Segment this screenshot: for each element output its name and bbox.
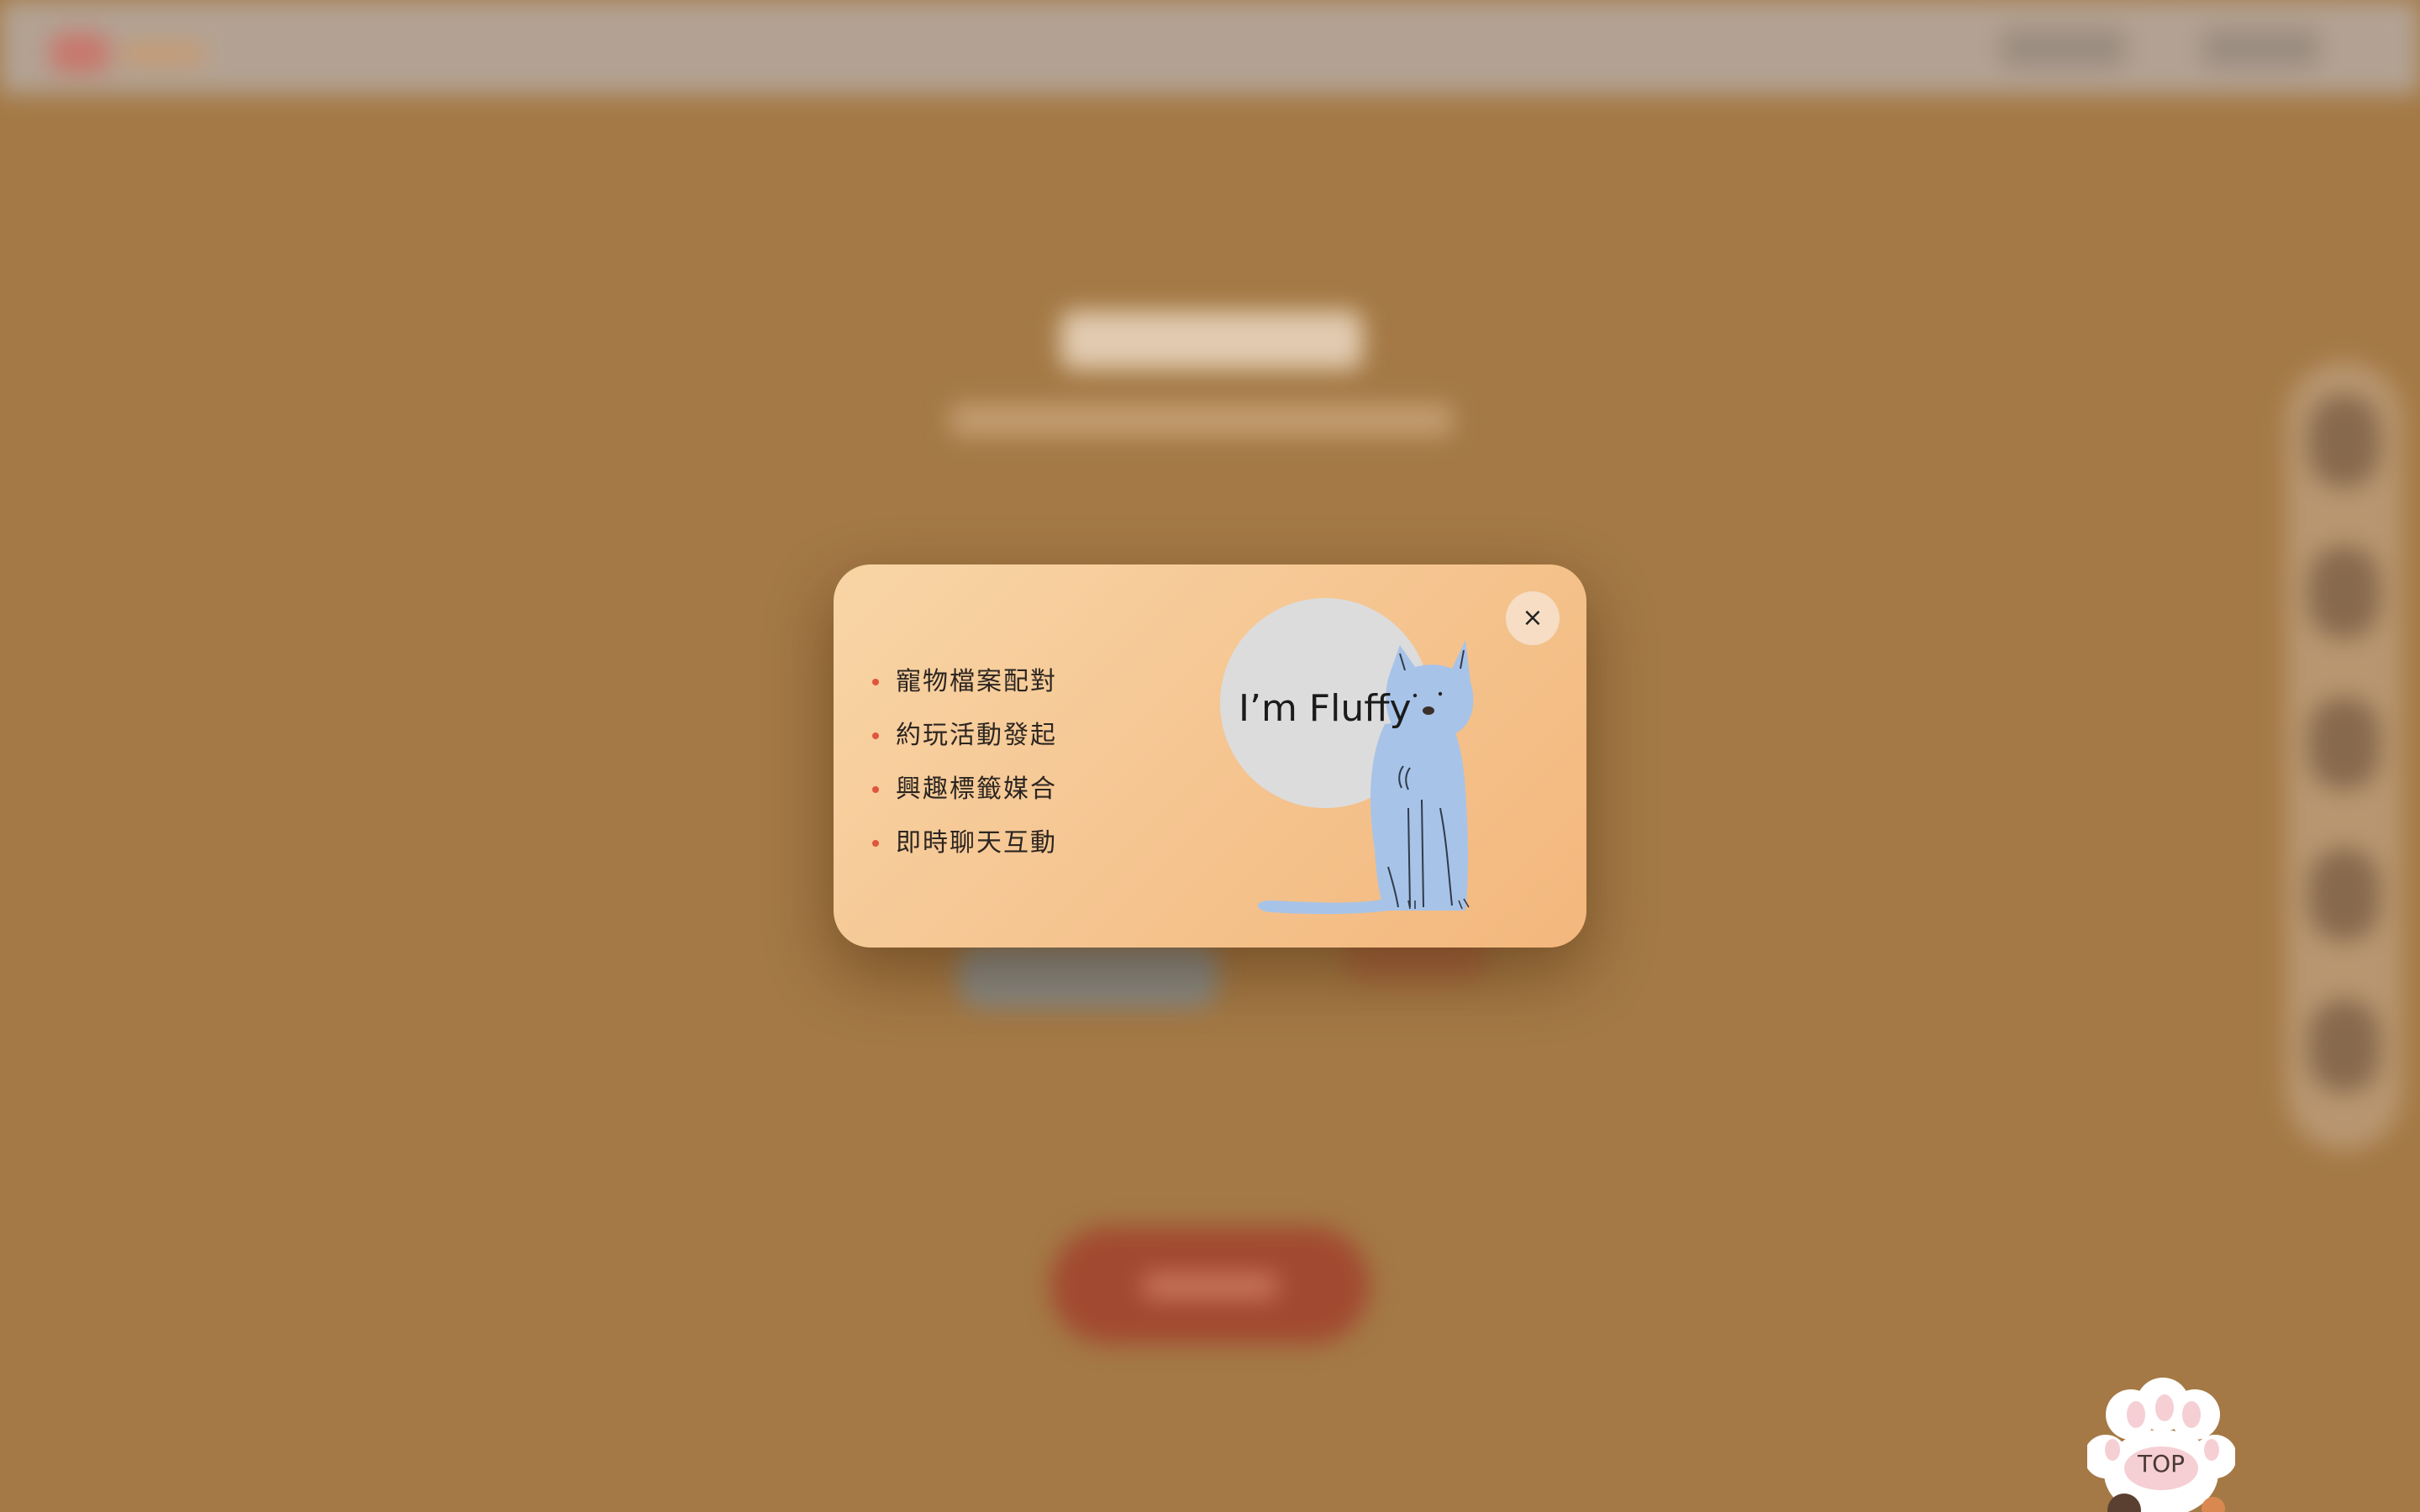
bullet-dot-icon (872, 732, 879, 739)
feature-label: 寵物檔案配對 (896, 667, 1057, 696)
pet-illustration: I’m Fluffy (1220, 598, 1506, 917)
back-to-top-button[interactable]: TOP (2087, 1374, 2235, 1512)
hero-title (1060, 311, 1363, 370)
feature-label: 約玩活動發起 (896, 721, 1057, 750)
bullet-dot-icon (872, 840, 879, 847)
feature-item: 寵物檔案配對 (872, 655, 1057, 709)
site-logo (50, 32, 210, 74)
side-rail (2286, 361, 2403, 1151)
pet-name-label: I’m Fluffy (1239, 687, 1412, 730)
bullet-dot-icon (872, 786, 879, 793)
feature-item: 即時聊天互動 (872, 816, 1057, 870)
header-nav-button (2000, 29, 2126, 67)
back-to-top-label: TOP (2137, 1450, 2186, 1478)
feature-label: 興趣標籤媒合 (896, 774, 1057, 804)
feature-list: 寵物檔案配對 約玩活動發起 興趣標籤媒合 即時聊天互動 (872, 655, 1057, 870)
paw-icon (2087, 1378, 2235, 1512)
hero-subtitle (950, 403, 1454, 437)
bullet-dot-icon (872, 679, 879, 685)
hero-cta-button (1050, 1226, 1370, 1344)
header-nav-button (2202, 29, 2319, 67)
feature-label: 即時聊天互動 (896, 828, 1057, 858)
feature-item: 興趣標籤媒合 (872, 763, 1057, 816)
close-button[interactable]: × (1506, 591, 1560, 645)
feature-popup: 寵物檔案配對 約玩活動發起 興趣標籤媒合 即時聊天互動 I’m Fluffy × (834, 564, 1586, 948)
feature-item: 約玩活動發起 (872, 709, 1057, 763)
site-header (0, 0, 2420, 94)
hero-chip (958, 941, 1218, 1008)
cat-icon (1258, 640, 1474, 915)
